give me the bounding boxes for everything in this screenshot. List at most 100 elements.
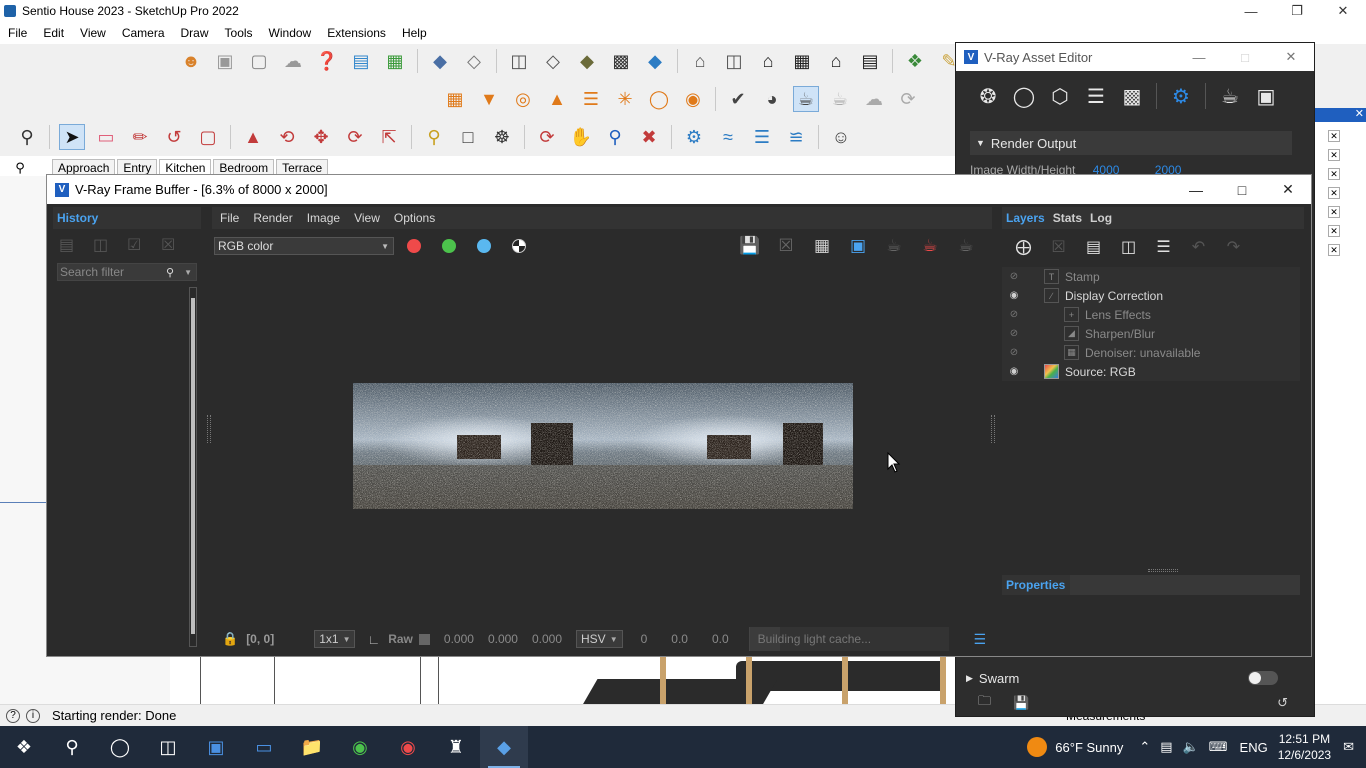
- sketchup-taskbar-icon[interactable]: ◆: [480, 726, 528, 768]
- scan-icon[interactable]: ▣: [212, 48, 238, 74]
- follow-me-icon[interactable]: ⟲: [274, 124, 300, 150]
- clear-image-icon[interactable]: ☒: [768, 233, 804, 259]
- visibility-eye-icon[interactable]: ◉: [1004, 290, 1024, 301]
- visibility-eye-icon[interactable]: ⊘: [1004, 347, 1024, 358]
- spot-light-icon[interactable]: ☰: [578, 86, 604, 112]
- geometry-icon[interactable]: ⬡: [1042, 78, 1078, 114]
- orbit-icon[interactable]: ⟳: [534, 124, 560, 150]
- push-pull-icon[interactable]: ▲: [240, 124, 266, 150]
- add-layer-icon[interactable]: ⨁: [1006, 233, 1041, 261]
- render-preview-image[interactable]: [353, 383, 853, 509]
- top-view-icon[interactable]: ◇: [540, 48, 566, 74]
- tray-close-icon[interactable]: ✕: [1328, 206, 1340, 218]
- vfb-menu-image[interactable]: Image: [307, 211, 340, 225]
- history-delete-icon[interactable]: ☒: [161, 235, 195, 255]
- visibility-eye-icon[interactable]: ◉: [1004, 366, 1024, 377]
- save-image-icon[interactable]: 💾: [732, 233, 768, 259]
- textured-icon[interactable]: ⌂: [823, 48, 849, 74]
- minimize-button[interactable]: —: [1228, 0, 1274, 22]
- history-splitter[interactable]: [207, 415, 211, 443]
- tray-close-icon[interactable]: ✕: [1328, 225, 1340, 237]
- swarm-toggle[interactable]: [1248, 671, 1278, 685]
- render-interactive-icon[interactable]: ☕: [876, 233, 912, 259]
- vray-logo-icon[interactable]: ✔: [725, 86, 751, 112]
- log-toggle-icon[interactable]: ☰: [973, 631, 986, 648]
- vray-fur-icon[interactable]: ⚙: [681, 124, 707, 150]
- chevron-down-icon[interactable]: ▼: [184, 268, 192, 277]
- xray-icon[interactable]: ⌂: [687, 48, 713, 74]
- search-icon[interactable]: ⚲: [48, 726, 96, 768]
- zoom-window-icon[interactable]: ✖: [636, 124, 662, 150]
- tab-layers[interactable]: Layers: [1002, 211, 1049, 225]
- scene-search-icon[interactable]: ⚲: [0, 160, 40, 176]
- swarm-rollout[interactable]: ▶ Swarm: [966, 667, 1296, 689]
- close-button[interactable]: ✕: [1265, 175, 1311, 204]
- cortana-icon[interactable]: ◯: [96, 726, 144, 768]
- color-picker-icon[interactable]: ∟: [367, 632, 380, 647]
- save-icon[interactable]: 💾: [1013, 695, 1029, 711]
- dome-light-icon[interactable]: ◯: [646, 86, 672, 112]
- hidden-line-icon[interactable]: ⌂: [755, 48, 781, 74]
- eraser-icon[interactable]: ▭: [93, 124, 119, 150]
- menu-help[interactable]: Help: [394, 26, 435, 40]
- history-compare-icon[interactable]: ◫: [93, 235, 127, 255]
- arc-icon[interactable]: ↺: [161, 124, 187, 150]
- omni-light-icon[interactable]: ✳: [612, 86, 638, 112]
- open-folder-icon[interactable]: 🗀: [978, 692, 991, 714]
- iso-view-icon[interactable]: ◫: [506, 48, 532, 74]
- layer-row-lens-effects[interactable]: ⊘ + Lens Effects: [1002, 305, 1300, 324]
- box-icon[interactable]: ▢: [246, 48, 272, 74]
- history-scrollbar[interactable]: [189, 287, 197, 647]
- account-icon[interactable]: ☺: [828, 124, 854, 150]
- monochrome-icon[interactable]: ▤: [857, 48, 883, 74]
- tape-icon[interactable]: ▤: [348, 48, 374, 74]
- volume-icon[interactable]: 🔈: [1183, 739, 1199, 755]
- materials-icon[interactable]: ❂: [970, 78, 1006, 114]
- chrome-profile-icon[interactable]: ◉: [384, 726, 432, 768]
- close-button[interactable]: ✕: [1320, 0, 1366, 22]
- lock-icon[interactable]: 🔒: [222, 631, 238, 647]
- textures-icon[interactable]: ☰: [1078, 78, 1114, 114]
- channel-select[interactable]: RGB color ▼: [214, 237, 394, 255]
- page-icon[interactable]: ◇: [461, 48, 487, 74]
- plugin-icon[interactable]: ❖: [902, 48, 928, 74]
- asset-editor-icon[interactable]: ◕: [759, 86, 785, 112]
- vfb-menu-render[interactable]: Render: [253, 211, 292, 225]
- tape-measure-icon[interactable]: ⚲: [421, 124, 447, 150]
- render-output-rollout[interactable]: ▼ Render Output: [970, 131, 1292, 155]
- start-windows-icon[interactable]: ❖: [0, 726, 48, 768]
- select-tool-icon[interactable]: ➤: [59, 124, 85, 150]
- notifications-icon[interactable]: ✉: [1343, 739, 1354, 755]
- vfb-menu-file[interactable]: File: [220, 211, 239, 225]
- tray-close-icon[interactable]: ✕: [1328, 130, 1340, 142]
- ies-icon[interactable]: ▲: [544, 86, 570, 112]
- red-channel-button[interactable]: [407, 239, 421, 253]
- components-icon[interactable]: ☁: [280, 48, 306, 74]
- vfb-menu-options[interactable]: Options: [394, 211, 435, 225]
- wireframe-icon[interactable]: ◫: [721, 48, 747, 74]
- layer-row-stamp[interactable]: ⊘ T Stamp: [1002, 267, 1300, 286]
- delete-layer-icon[interactable]: ☒: [1041, 233, 1076, 261]
- mesh-light-icon[interactable]: ◉: [680, 86, 706, 112]
- right-view-icon[interactable]: ▩: [608, 48, 634, 74]
- redo-icon[interactable]: ↷: [1216, 233, 1251, 261]
- search-icon[interactable]: ⚲: [166, 266, 174, 279]
- close-button[interactable]: ✕: [1268, 43, 1314, 71]
- layers-icon[interactable]: ◆: [427, 48, 453, 74]
- visibility-eye-icon[interactable]: ⊘: [1004, 271, 1024, 282]
- dashboard-icon[interactable]: ▦: [442, 86, 468, 112]
- minimize-button[interactable]: —: [1176, 43, 1222, 71]
- color-space-select[interactable]: HSV ▼: [576, 630, 623, 648]
- ring-icon[interactable]: ◎: [510, 86, 536, 112]
- layer-row-sharpen-blur[interactable]: ⊘ ◢ Sharpen/Blur: [1002, 324, 1300, 343]
- visibility-eye-icon[interactable]: ⊘: [1004, 328, 1024, 339]
- maximize-button[interactable]: □: [1219, 175, 1265, 204]
- undo-icon[interactable]: ↶: [1181, 233, 1216, 261]
- history-save-icon[interactable]: ▤: [59, 235, 93, 255]
- render-icon[interactable]: ☕: [948, 233, 984, 259]
- stop-render-icon[interactable]: ☕: [912, 233, 948, 259]
- zoom-icon[interactable]: ⚲: [602, 124, 628, 150]
- pan-icon[interactable]: ✋: [568, 124, 594, 150]
- shaded-icon[interactable]: ▦: [789, 48, 815, 74]
- lights-icon[interactable]: ◯: [1006, 78, 1042, 114]
